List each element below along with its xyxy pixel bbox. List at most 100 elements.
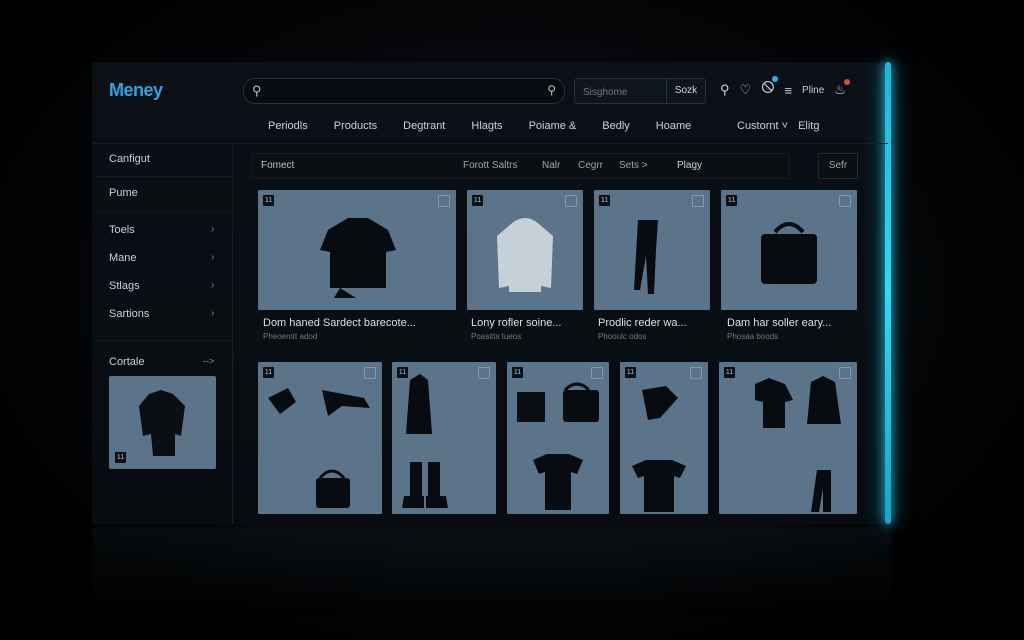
search-icon[interactable]: ⚲ xyxy=(720,82,730,98)
bookmark-icon[interactable] xyxy=(364,367,376,379)
arrow-right-icon[interactable]: --> xyxy=(203,356,214,366)
search-submit-icon[interactable]: ⚲ xyxy=(547,83,556,97)
product-card[interactable]: 11 xyxy=(594,190,710,310)
product-title[interactable]: Dom haned Sardect barecote... xyxy=(263,317,416,329)
nav-item[interactable]: Hoame xyxy=(656,120,691,132)
promo-title: Cortale xyxy=(109,356,145,368)
product-card[interactable]: 11 xyxy=(467,190,583,310)
product-card[interactable]: 11 xyxy=(721,190,857,310)
filter-dropdown[interactable]: Plagy xyxy=(677,160,702,171)
product-title[interactable]: Lony rofler soine... xyxy=(471,317,562,329)
nav-item[interactable]: Poiame & xyxy=(529,120,577,132)
item-tag: 11 xyxy=(472,195,483,206)
bookmark-icon[interactable] xyxy=(438,195,450,207)
item-tag: 11 xyxy=(512,367,523,378)
sidebar-item-label[interactable]: Toels xyxy=(109,224,135,236)
duffel-bag-image xyxy=(761,222,817,284)
bookmark-icon[interactable] xyxy=(591,367,603,379)
divider xyxy=(94,176,232,177)
sidebar-item-configure[interactable]: Canfigut xyxy=(109,153,150,165)
search-input[interactable] xyxy=(272,81,536,101)
sort-button[interactable]: Sefr xyxy=(818,153,858,179)
bookmark-icon[interactable] xyxy=(565,195,577,207)
item-tag: 11 xyxy=(115,452,126,463)
filter-option[interactable]: Cegrr xyxy=(578,160,603,171)
chevron-right-icon[interactable]: › xyxy=(211,308,214,319)
filter-label: Fomect xyxy=(261,160,295,171)
sidebar: Canfigut Pume Toels › Mane › Stlags › Sa… xyxy=(94,144,233,524)
divider xyxy=(94,340,232,341)
profile-label[interactable]: Pline xyxy=(802,85,824,96)
filter-bar: Fomect Forott Saltrs Nalr Cegrr Sets > P… xyxy=(252,153,790,179)
sidebar-item-label[interactable]: Stlags xyxy=(109,280,140,292)
floor-reflection xyxy=(92,526,892,616)
nav-item[interactable]: Products xyxy=(334,120,377,132)
jacket-and-shoes-image xyxy=(402,374,448,508)
bookmark-icon[interactable] xyxy=(478,367,490,379)
scrollbar-glow[interactable] xyxy=(885,62,891,524)
item-tag: 11 xyxy=(599,195,610,206)
gadget-and-tshirt-image xyxy=(632,386,686,512)
heart-icon[interactable]: ♡ xyxy=(740,82,752,98)
sidebar-item-label[interactable]: Mane xyxy=(109,252,137,264)
item-tag: 11 xyxy=(726,195,737,206)
hoodie-image xyxy=(497,218,553,292)
product-subtitle: Phosaa boods xyxy=(727,332,779,341)
secondary-search[interactable]: Sozk xyxy=(574,78,706,104)
item-tag: 11 xyxy=(263,195,274,206)
bag-icon[interactable]: 🛇 xyxy=(761,76,779,101)
chevron-right-icon[interactable]: › xyxy=(211,252,214,263)
chevron-down-icon: ˅ xyxy=(781,120,789,132)
product-card[interactable]: 11 xyxy=(392,362,496,514)
main-nav: Periodls Products Degtrant Hlagts Poiame… xyxy=(268,120,691,132)
filter-option[interactable]: Sets > xyxy=(619,160,648,171)
product-card[interactable]: 11 xyxy=(719,362,857,514)
product-card[interactable]: 11 xyxy=(507,362,609,514)
accessories-image xyxy=(268,388,370,508)
bookmark-icon[interactable] xyxy=(690,367,702,379)
bookmark-icon[interactable] xyxy=(839,195,851,207)
product-card[interactable]: 11 xyxy=(620,362,708,514)
item-tag: 11 xyxy=(263,367,274,378)
flag-menu[interactable]: Elitg xyxy=(798,120,819,132)
product-card[interactable]: 11 xyxy=(258,362,382,514)
nav-right: Custornt ˅ Elitg xyxy=(737,120,819,132)
product-title[interactable]: Dam har soller eary... xyxy=(727,317,831,329)
nav-item[interactable]: Periodls xyxy=(268,120,308,132)
item-tag: 11 xyxy=(625,367,636,378)
bags-and-tshirt-image xyxy=(517,382,599,510)
search-bar[interactable]: ⚲ ⚲ xyxy=(243,78,565,104)
secondary-search-button[interactable]: Sozk xyxy=(666,79,705,103)
custom-menu-label: Custornt xyxy=(737,120,779,132)
product-subtitle: Phooulc odos xyxy=(598,332,647,341)
tote-bag-image xyxy=(320,218,396,298)
product-title[interactable]: Prodlic reder wa... xyxy=(598,317,687,329)
apparel-set-image xyxy=(755,376,841,512)
bell-icon[interactable]: ♨ xyxy=(834,79,850,98)
chevron-right-icon[interactable]: › xyxy=(211,224,214,235)
divider xyxy=(94,212,232,213)
product-subtitle: Pheoemtt adod xyxy=(263,332,318,341)
item-tag: 11 xyxy=(397,367,408,378)
promo-image[interactable]: 11 xyxy=(109,376,216,469)
nav-item[interactable]: Degtrant xyxy=(403,120,445,132)
header-icons: ⚲ ♡ 🛇 ≡ Pline ♨ xyxy=(720,76,850,101)
product-card[interactable]: 11 xyxy=(258,190,456,310)
bookmark-icon[interactable] xyxy=(839,367,851,379)
secondary-search-input[interactable] xyxy=(581,82,665,102)
leggings-image xyxy=(634,220,658,294)
list-icon[interactable]: ≡ xyxy=(784,83,792,98)
sidebar-item-pume[interactable]: Pume xyxy=(109,187,138,199)
logo[interactable]: Meney xyxy=(109,80,163,101)
search-icon: ⚲ xyxy=(252,83,262,98)
sidebar-item-label[interactable]: Sartions xyxy=(109,308,149,320)
chevron-right-icon[interactable]: › xyxy=(211,280,214,291)
item-tag: 11 xyxy=(724,367,735,378)
product-subtitle: Poasitts tueos xyxy=(471,332,522,341)
nav-item[interactable]: Hlagts xyxy=(471,120,502,132)
custom-menu[interactable]: Custornt ˅ xyxy=(737,120,788,132)
bookmark-icon[interactable] xyxy=(692,195,704,207)
filter-option[interactable]: Forott Saltrs xyxy=(463,160,517,171)
nav-item[interactable]: Bedly xyxy=(602,120,630,132)
filter-option[interactable]: Nalr xyxy=(542,160,560,171)
